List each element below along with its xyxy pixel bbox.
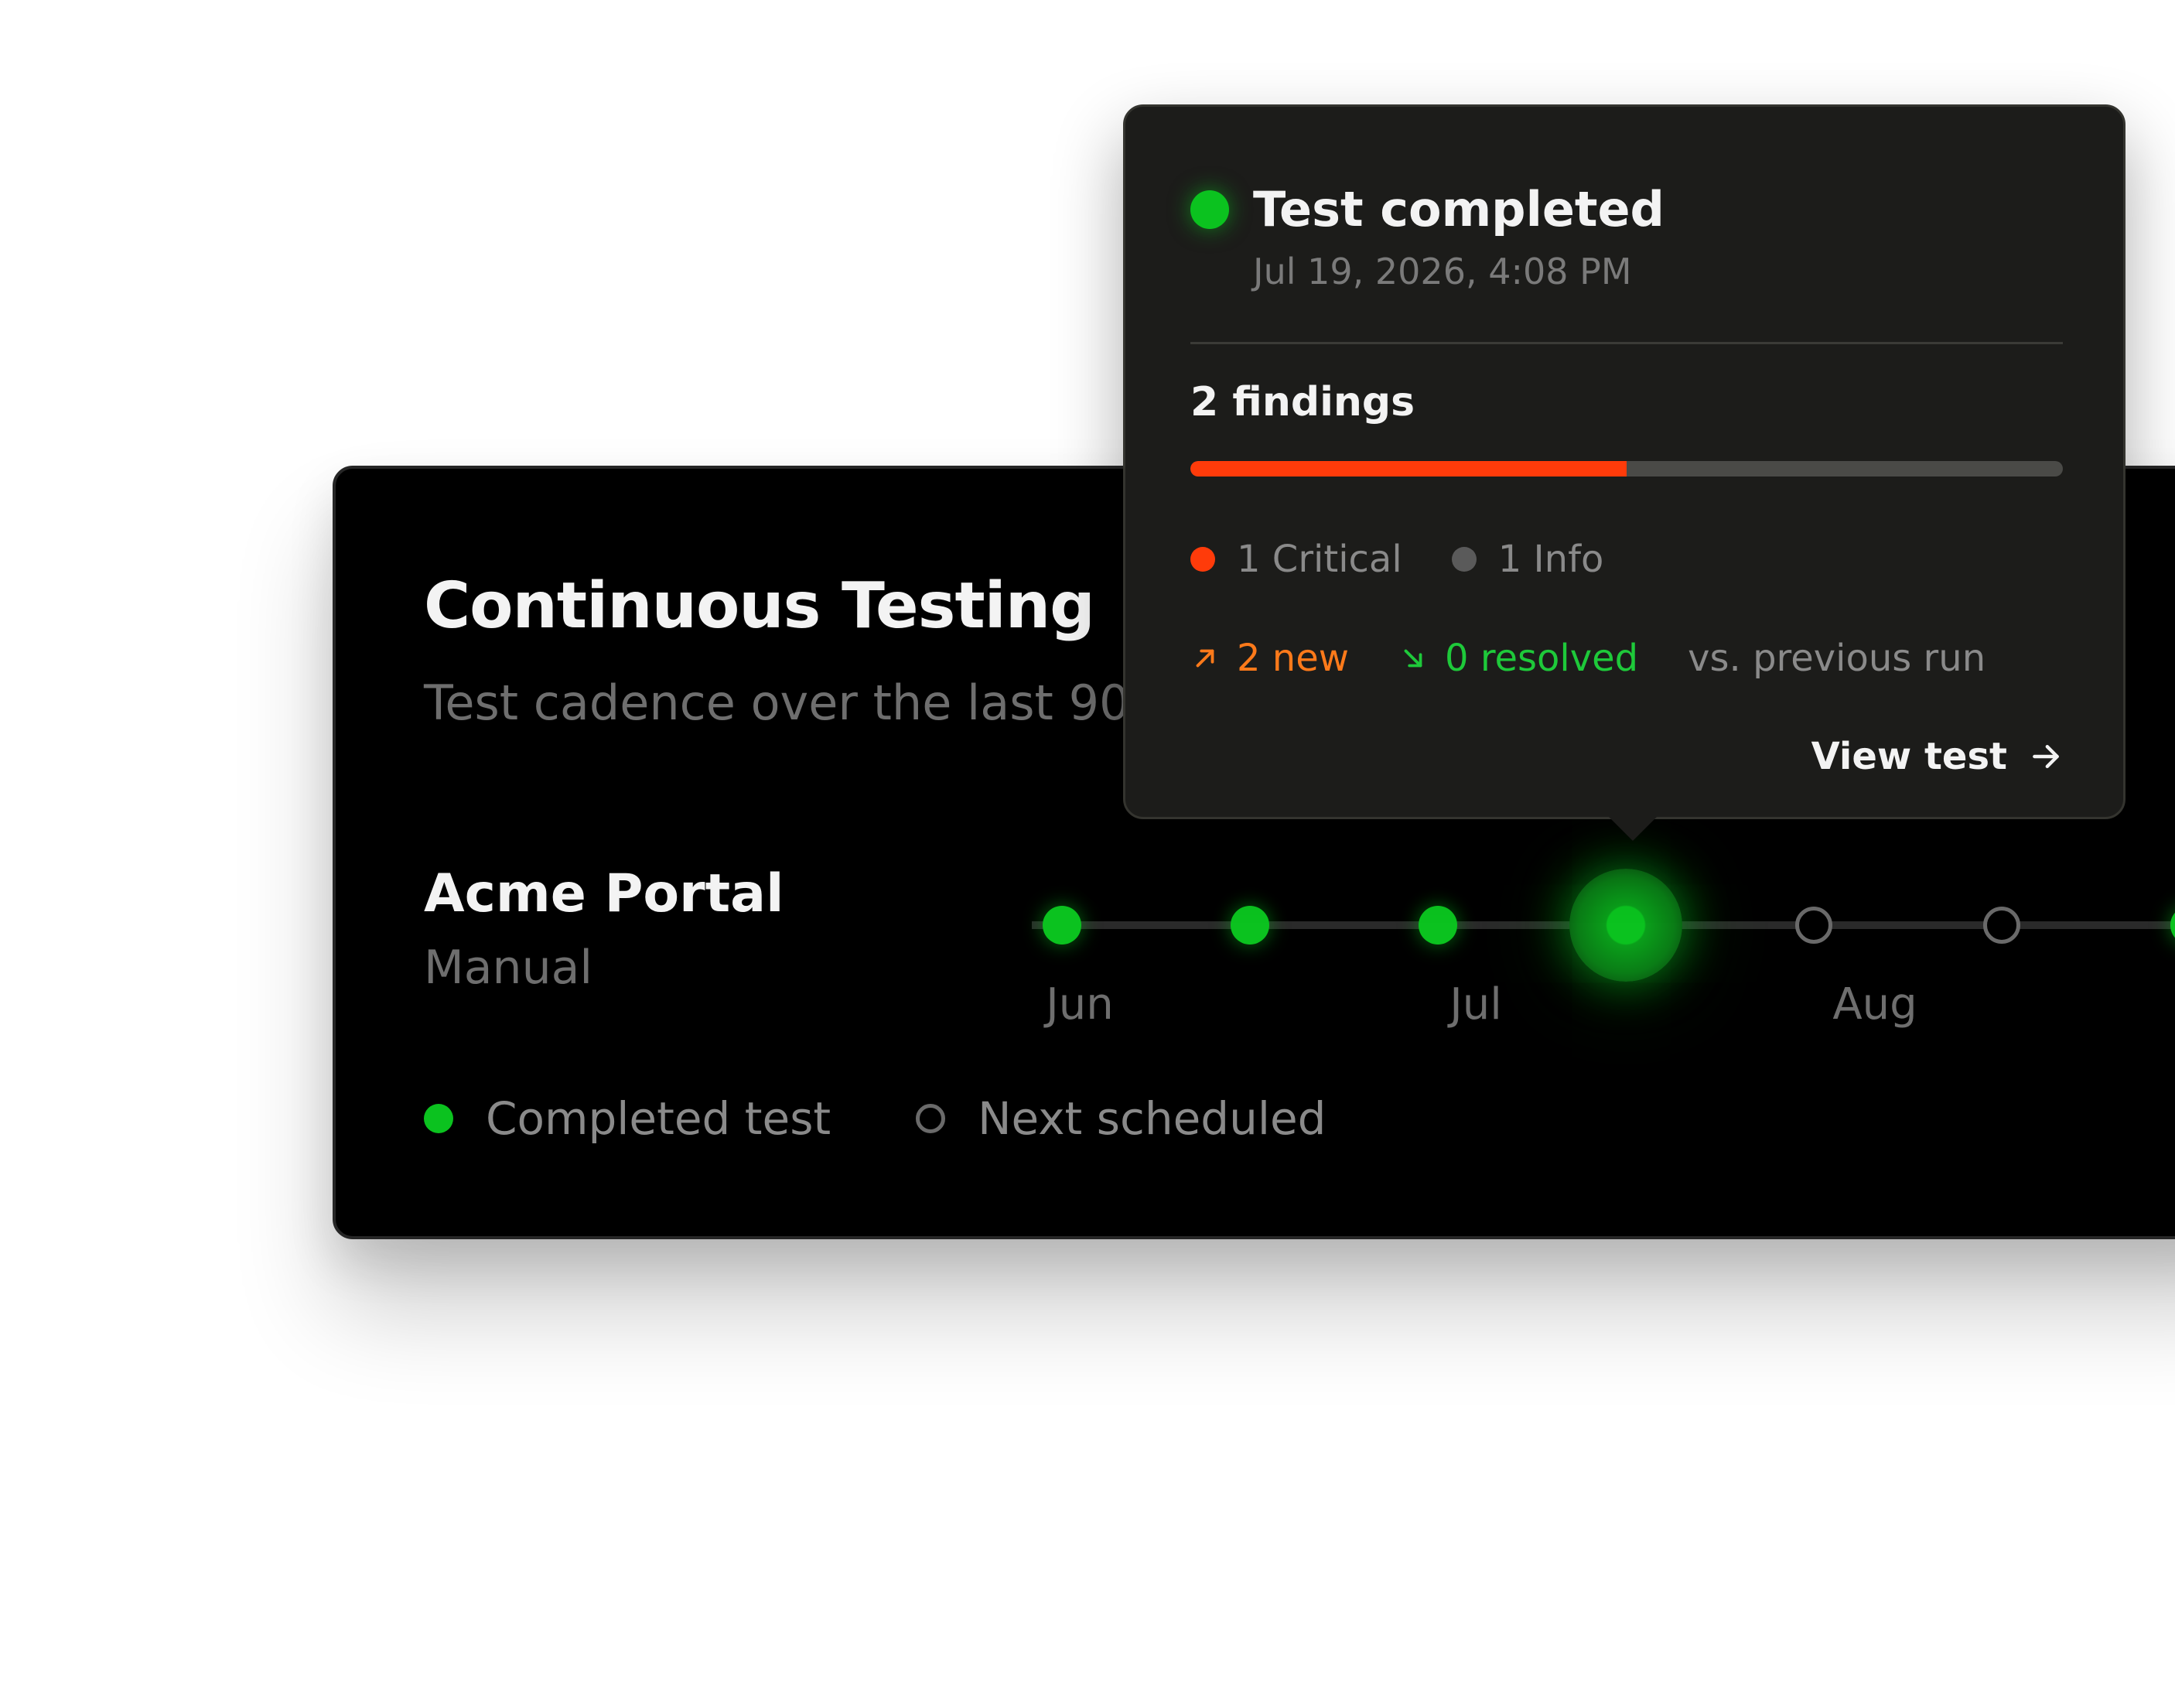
timeline-test-dot[interactable] — [2170, 906, 2175, 945]
timeline-test-dot[interactable] — [1043, 906, 1081, 945]
delta-resolved-label: 0 resolved — [1445, 637, 1639, 680]
popover-divider — [1190, 342, 2063, 344]
severity-legend: 1 Critical 1 Info — [1190, 532, 1653, 586]
project-type: Manual — [424, 941, 593, 995]
findings-count: 2 findings — [1190, 379, 1415, 425]
month-label-jul: Jul — [1449, 979, 1502, 1030]
view-test-label: View test — [1811, 735, 2007, 778]
legend-scheduled-label: Next scheduled — [978, 1092, 1327, 1145]
severity-critical: 1 Critical — [1190, 538, 1402, 581]
month-label-jun: Jun — [1046, 979, 1114, 1030]
severity-info-label: 1 Info — [1497, 538, 1604, 581]
test-details-popover: Test completed Jul 19, 2026, 4:08 PM 2 f… — [1123, 104, 2125, 841]
timeline-test-dot-selected[interactable] — [1569, 869, 1682, 982]
delta-row: 2 new 0 resolved vs. previous run — [1190, 631, 1985, 685]
delta-new: 2 new — [1190, 637, 1349, 680]
arrow-right-icon — [2033, 744, 2059, 769]
delta-resolved: 0 resolved — [1398, 637, 1638, 680]
month-label-aug: Aug — [1832, 979, 1917, 1030]
arrow-up-right-icon — [1196, 649, 1214, 668]
status-completed-icon — [1190, 190, 1229, 229]
scheduled-ring-icon — [916, 1104, 946, 1133]
legend-scheduled: Next scheduled — [916, 1092, 1326, 1145]
timeline-test-dot[interactable] — [1231, 906, 1269, 945]
view-test-link[interactable]: View test — [1811, 726, 2063, 787]
popover-pointer — [1600, 808, 1665, 841]
card-title: Continuous Testing — [424, 569, 1095, 643]
timeline-test-dot[interactable] — [1419, 906, 1457, 945]
legend-completed-label: Completed test — [486, 1092, 831, 1145]
info-dot-icon — [1451, 547, 1477, 572]
completed-dot-icon — [424, 1104, 453, 1133]
arrow-down-right-icon — [1404, 649, 1422, 668]
severity-info: 1 Info — [1451, 538, 1604, 581]
severity-bar-critical-fill — [1190, 461, 1627, 477]
critical-dot-icon — [1190, 547, 1215, 572]
test-timestamp: Jul 19, 2026, 4:08 PM — [1253, 251, 1632, 292]
timeline-scheduled-dot[interactable] — [1983, 907, 2020, 944]
severity-critical-label: 1 Critical — [1237, 538, 1402, 581]
delta-comparison-note: vs. previous run — [1688, 637, 1986, 680]
delta-new-label: 2 new — [1237, 637, 1350, 680]
project-name: Acme Portal — [424, 863, 784, 924]
popover-title: Test completed — [1253, 181, 1665, 237]
timeline-legend: Completed test Next scheduled — [424, 1088, 1411, 1149]
severity-bar — [1190, 461, 2063, 477]
timeline-scheduled-dot[interactable] — [1795, 907, 1832, 944]
legend-completed: Completed test — [424, 1092, 831, 1145]
